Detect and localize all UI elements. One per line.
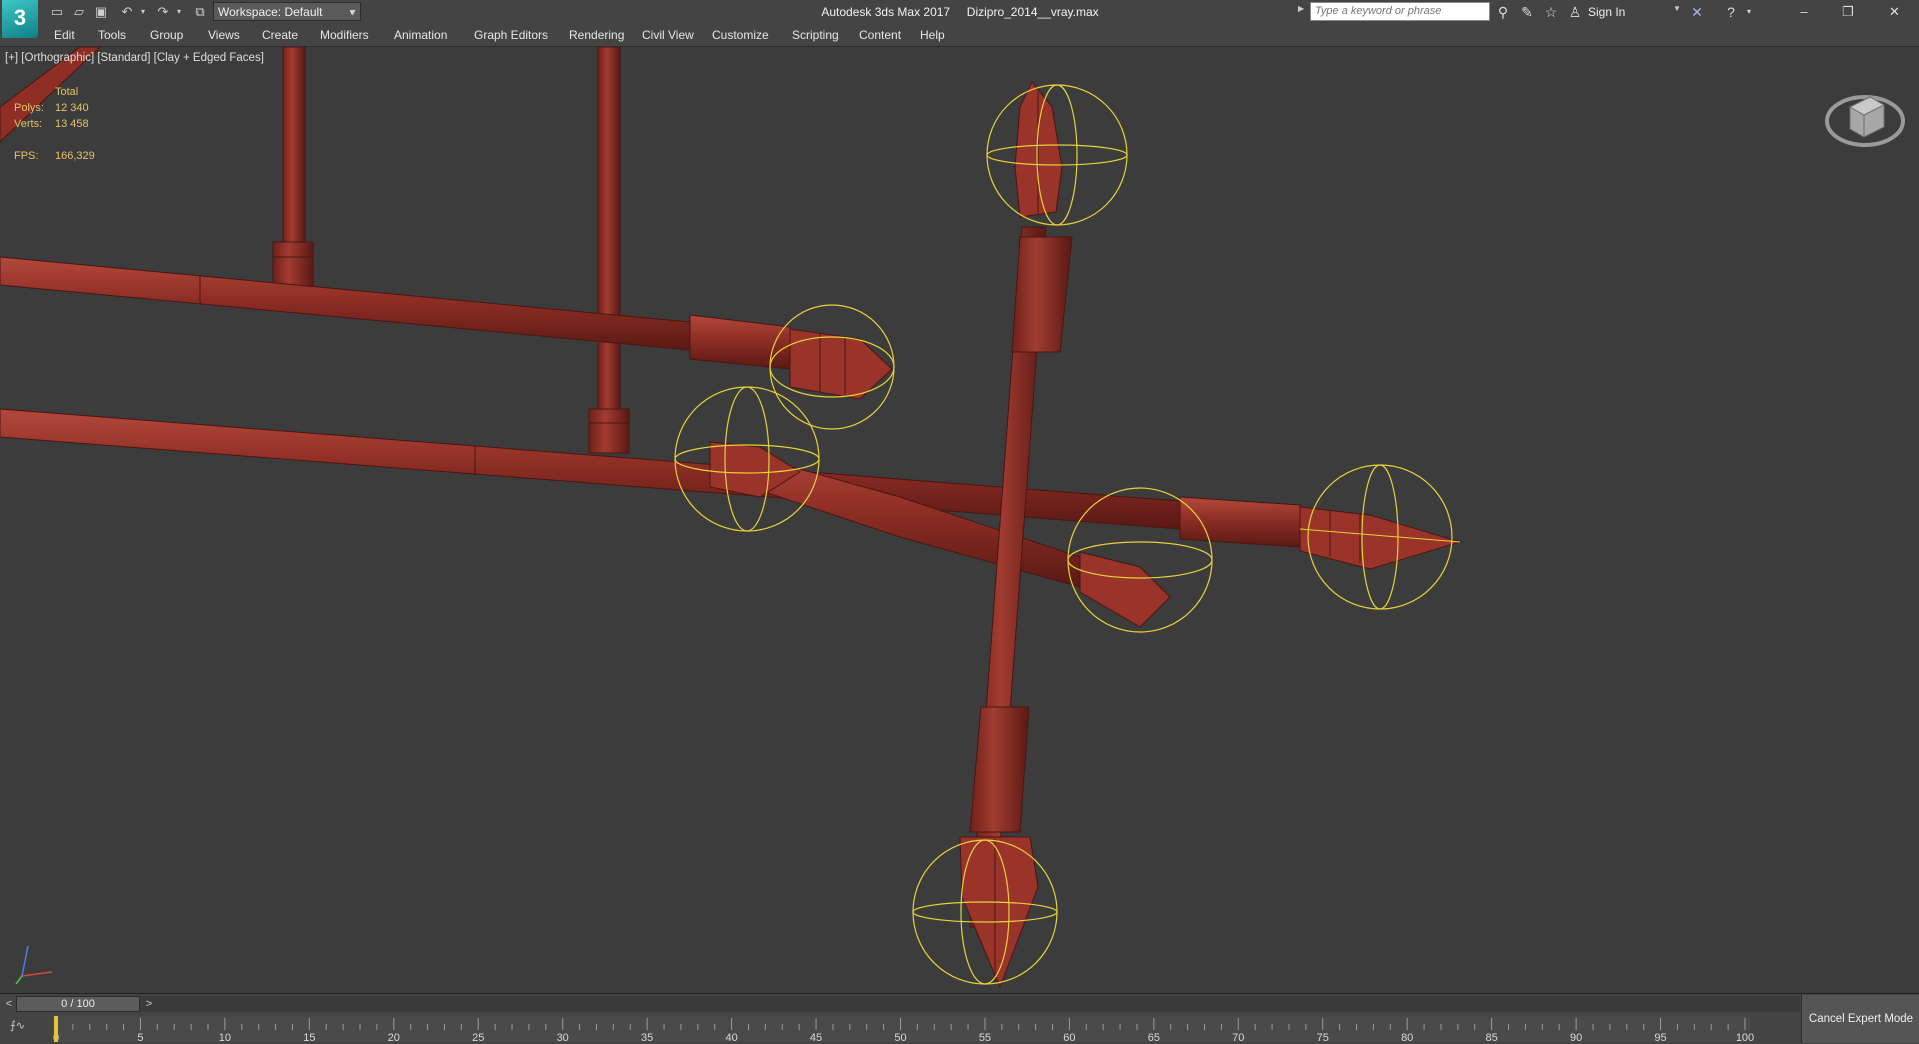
time-ruler-label: 65	[1148, 1032, 1160, 1044]
help-icon[interactable]: ?	[1722, 3, 1740, 21]
next-frame-button[interactable]: >	[142, 996, 156, 1012]
time-ruler-label: 20	[388, 1032, 400, 1044]
menu-graph-editors[interactable]: Graph Editors	[474, 24, 548, 46]
workspace-dropdown[interactable]: Workspace: Default ▼	[213, 2, 361, 21]
menu-group[interactable]: Group	[150, 24, 183, 46]
vertical-hanger-rod-center[interactable]	[588, 47, 630, 454]
upper-horizontal-arm[interactable]	[0, 256, 893, 400]
menu-views[interactable]: Views	[208, 24, 240, 46]
application-menu-button[interactable]: 3	[2, 0, 38, 38]
time-ruler-label: 30	[557, 1032, 569, 1044]
restore-button[interactable]: ❐	[1826, 0, 1870, 24]
scene-geometry[interactable]	[0, 47, 1919, 993]
viewport[interactable]: [+] [Orthographic] [Standard] [Clay + Ed…	[0, 47, 1919, 993]
menu-civil-view[interactable]: Civil View	[642, 24, 694, 46]
time-ruler-label: 25	[472, 1032, 484, 1044]
time-ruler-label: 45	[810, 1032, 822, 1044]
menu-customize[interactable]: Customize	[712, 24, 769, 46]
search-input[interactable]: Type a keyword or phrase	[1310, 2, 1490, 21]
menu-modifiers[interactable]: Modifiers	[320, 24, 369, 46]
mini-curve-editor-icon[interactable]: ⨍∿	[10, 1016, 34, 1036]
title-bar: 3 ▭ ▱ ▣ ↶ ▾ ↷ ▾ ⧉ Workspace: Default ▼ ▼…	[0, 0, 1919, 38]
open-file-icon[interactable]: ▱	[70, 3, 88, 21]
time-ruler-label: 15	[303, 1032, 315, 1044]
time-ruler-label: 5	[137, 1032, 143, 1044]
polys-value: 12 340	[55, 102, 89, 114]
undo-dropdown-icon[interactable]: ▾	[134, 3, 152, 21]
search-expand-icon[interactable]: ▶	[1298, 4, 1304, 13]
time-ruler-label: 95	[1654, 1032, 1666, 1044]
verts-value: 13 458	[55, 118, 89, 130]
timeline-panel: 0510152025303540455055606570758085909510…	[0, 993, 1919, 1044]
time-ruler-label: 70	[1232, 1032, 1244, 1044]
fps-value: 166,329	[55, 150, 95, 162]
autodesk-exchange-icon[interactable]: ✕	[1688, 3, 1706, 21]
redo-dropdown-icon[interactable]: ▾	[170, 3, 188, 21]
menu-scripting[interactable]: Scripting	[792, 24, 839, 46]
time-ruler-label: 10	[219, 1032, 231, 1044]
current-frame-marker[interactable]	[54, 1016, 58, 1042]
menu-help[interactable]: Help	[920, 24, 945, 46]
close-button[interactable]: ✕	[1870, 0, 1919, 24]
cancel-expert-mode-button[interactable]: Cancel Expert Mode	[1801, 995, 1919, 1043]
sign-in-button[interactable]: Sign In	[1588, 0, 1625, 24]
menu-edit[interactable]: Edit	[54, 24, 75, 46]
time-ruler-label: 35	[641, 1032, 653, 1044]
menu-bar: Edit Tools Group Views Create Modifiers …	[0, 24, 1919, 47]
user-icon: ♙	[1568, 4, 1582, 20]
time-ruler-label: 50	[894, 1032, 906, 1044]
workspace-label: Workspace: Default	[218, 5, 323, 19]
time-ruler-label: 100	[1736, 1032, 1754, 1044]
menu-content[interactable]: Content	[859, 24, 901, 46]
menu-tools[interactable]: Tools	[98, 24, 126, 46]
favorites-icon[interactable]: ☆	[1542, 3, 1560, 21]
menu-animation[interactable]: Animation	[394, 24, 447, 46]
new-file-icon[interactable]: ▭	[48, 3, 66, 21]
time-slider[interactable]: 0 / 100	[16, 996, 140, 1012]
menu-rendering[interactable]: Rendering	[569, 24, 624, 46]
time-ruler-label: 90	[1570, 1032, 1582, 1044]
window-title: Autodesk 3ds Max 2017 Dizipro_2014__vray…	[821, 5, 1099, 19]
previous-frame-button[interactable]: <	[2, 996, 16, 1012]
viewcube-icon[interactable]	[1820, 71, 1910, 161]
time-slider-track[interactable]	[16, 996, 1800, 1012]
menu-create[interactable]: Create	[262, 24, 298, 46]
binoculars-icon[interactable]: ⚲	[1494, 3, 1512, 21]
help-dropdown-icon[interactable]: ▾	[1740, 3, 1758, 21]
customize-toolbar-icon[interactable]: ▼	[346, 3, 360, 21]
axis-tripod-icon	[15, 945, 53, 985]
project-folder-icon[interactable]: ⧉	[191, 3, 209, 21]
sign-in-dropdown-icon[interactable]: ▼	[1673, 4, 1681, 13]
vertical-hanger-rod-left[interactable]	[272, 47, 314, 287]
time-ruler-label: 80	[1401, 1032, 1413, 1044]
viewport-label-menu[interactable]: [+] [Orthographic] [Standard] [Clay + Ed…	[5, 52, 264, 64]
minimize-button[interactable]: –	[1782, 0, 1826, 24]
stats-header: Total	[55, 86, 79, 98]
time-ruler-label: 60	[1063, 1032, 1075, 1044]
time-ruler-label: 85	[1486, 1032, 1498, 1044]
communication-center-icon[interactable]: ✎	[1518, 3, 1536, 21]
time-ruler-label: 40	[725, 1032, 737, 1044]
diagonal-arm[interactable]	[709, 441, 1171, 628]
time-ruler-label: 55	[979, 1032, 991, 1044]
save-icon[interactable]: ▣	[92, 3, 110, 21]
time-ruler-label: 75	[1317, 1032, 1329, 1044]
